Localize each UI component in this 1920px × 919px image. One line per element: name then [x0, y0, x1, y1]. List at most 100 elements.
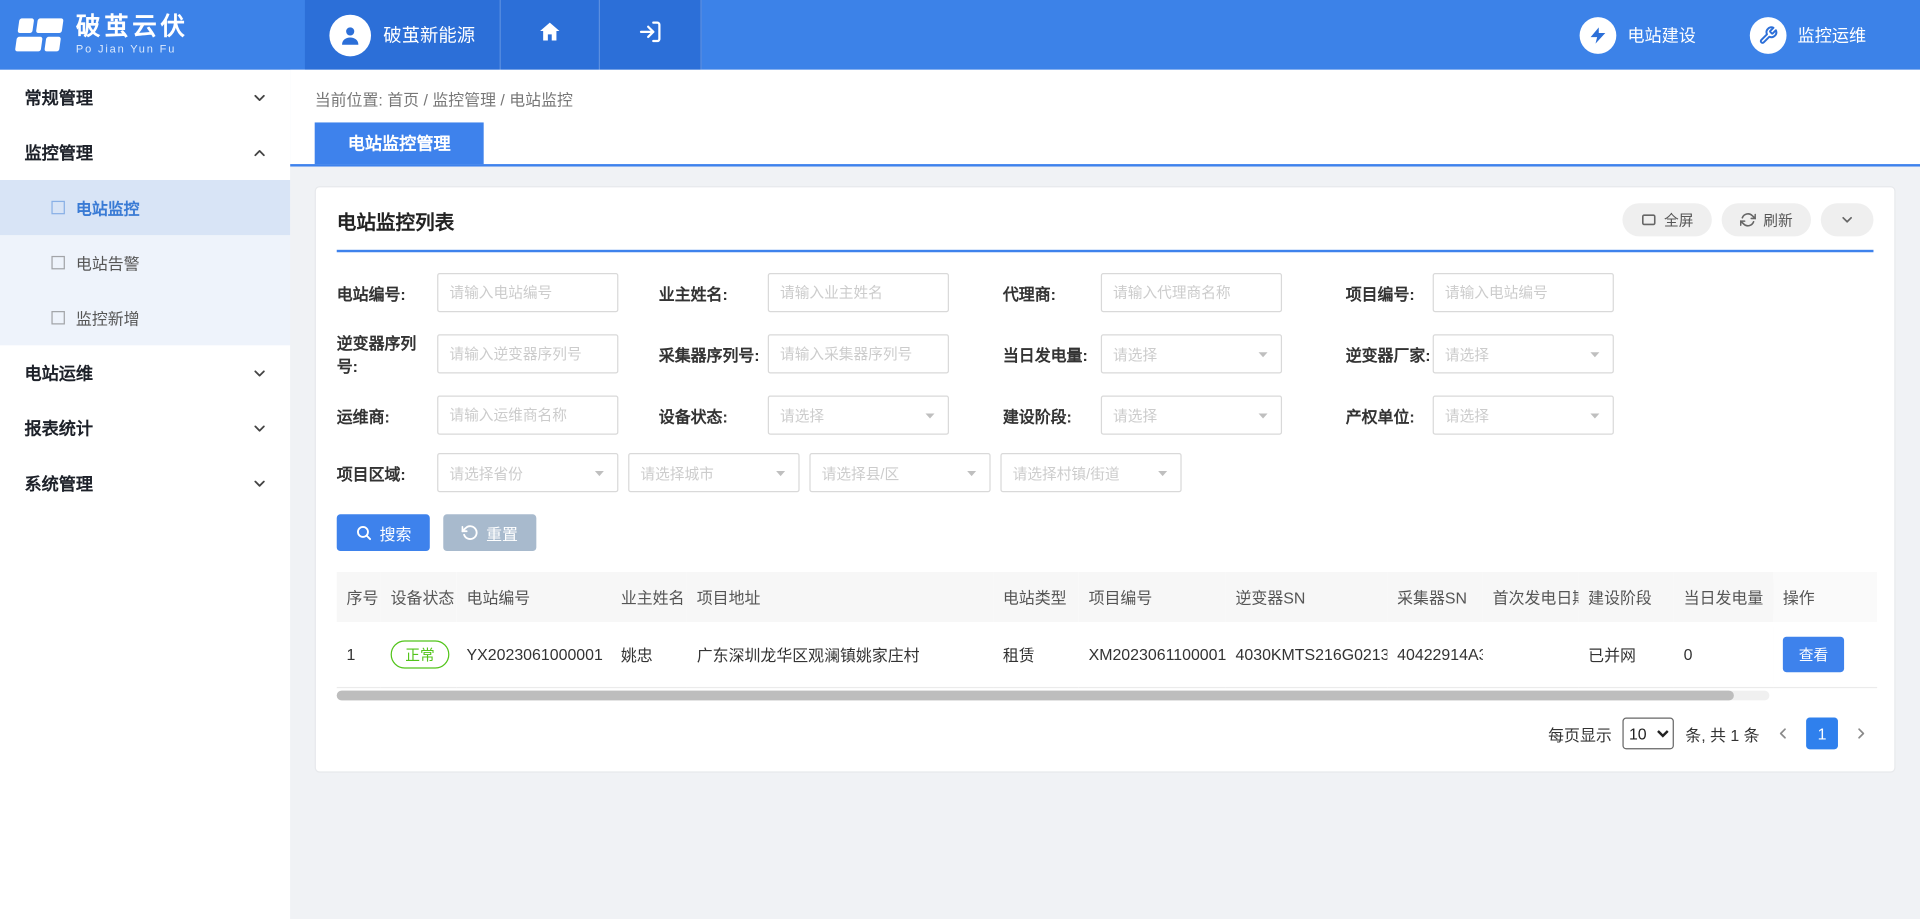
panel-header: 电站监控列表 全屏 刷新: [337, 203, 1874, 252]
view-button[interactable]: 查看: [1783, 637, 1844, 673]
sidebar-item-reports[interactable]: 报表统计: [0, 400, 290, 455]
chevron-down-icon: [251, 89, 268, 106]
chevron-down-icon: [251, 474, 268, 491]
fullscreen-icon: [1641, 212, 1657, 228]
refresh-button[interactable]: 刷新: [1722, 203, 1811, 236]
home-button[interactable]: [501, 0, 600, 70]
col-index: 序号: [337, 572, 381, 622]
cell-owner-name: 姚忠: [611, 622, 687, 688]
inverter-vendor-select[interactable]: 请选择: [1433, 334, 1614, 373]
select-placeholder: 请选择: [1113, 405, 1256, 426]
caret-down-icon: [1256, 408, 1269, 421]
breadcrumb-tab-strip: 当前位置: 首页 / 监控管理 / 电站监控 电站监控管理: [290, 70, 1920, 167]
page-number-button[interactable]: 1: [1806, 718, 1838, 750]
sidebar-item-station-ops[interactable]: 电站运维: [0, 345, 290, 400]
province-select[interactable]: 请选择省份: [437, 453, 618, 492]
reset-label: 重置: [486, 521, 518, 544]
cell-actions: 查看: [1773, 622, 1877, 688]
daily-generation-select[interactable]: 请选择: [1101, 334, 1282, 373]
per-page-select[interactable]: 10: [1623, 718, 1674, 750]
next-page-button[interactable]: [1849, 725, 1873, 742]
col-build-stage: 建设阶段: [1578, 572, 1674, 622]
sidebar-item-monitor-add[interactable]: 监控新增: [0, 290, 290, 345]
ops-vendor-input[interactable]: [437, 396, 618, 435]
lightning-icon: [1580, 17, 1617, 54]
station-code-input[interactable]: [437, 273, 618, 312]
owner-name-input[interactable]: [768, 273, 949, 312]
monitoring-submenu: 电站监控 电站告警 监控新增: [0, 180, 290, 345]
sidebar-item-monitoring[interactable]: 监控管理: [0, 125, 290, 180]
field-label: 建设阶段:: [1003, 403, 1101, 426]
fullscreen-button[interactable]: 全屏: [1622, 203, 1711, 236]
brand-mark-icon: [12, 15, 66, 54]
wrench-icon: [1750, 17, 1787, 54]
cell-inverter-sn: 4030KMTS216G0213...: [1226, 622, 1388, 688]
cell-device-status: 正常: [381, 622, 457, 688]
cell-build-stage: 已并网: [1578, 622, 1674, 688]
col-station-code: 电站编号: [457, 572, 611, 622]
refresh-label: 刷新: [1763, 209, 1792, 230]
top-right-nav: 电站建设 监控运维: [1580, 0, 1920, 70]
col-inverter-sn: 逆变器SN: [1226, 572, 1388, 622]
chevron-up-icon: [251, 144, 268, 161]
caret-down-icon: [774, 466, 787, 479]
brand-logo: 破茧云伏 Po Jian Yun Fu: [0, 0, 305, 70]
build-stage-select[interactable]: 请选择: [1101, 396, 1282, 435]
monitor-ops-label: 监控运维: [1798, 23, 1867, 47]
station-build-link[interactable]: 电站建设: [1580, 17, 1696, 54]
inverter-sn-input[interactable]: [437, 334, 618, 373]
tab-station-monitor-management[interactable]: 电站监控管理: [315, 122, 484, 164]
submenu-item-label: 电站告警: [76, 251, 140, 274]
collector-sn-input[interactable]: [768, 334, 949, 373]
col-device-status: 设备状态: [381, 572, 457, 622]
agent-input[interactable]: [1101, 273, 1282, 312]
sidebar-item-system[interactable]: 系统管理: [0, 456, 290, 511]
device-status-select[interactable]: 请选择: [768, 396, 949, 435]
refresh-icon: [1740, 212, 1756, 228]
horizontal-scrollbar-thumb[interactable]: [337, 691, 1734, 701]
sidebar-item-general[interactable]: 常规管理: [0, 70, 290, 125]
field-label: 业主姓名:: [659, 281, 768, 304]
cell-daily-generation: 0: [1674, 622, 1773, 688]
reset-button[interactable]: 重置: [443, 514, 536, 551]
org-name: 破茧新能源: [383, 22, 475, 48]
field-label: 项目编号:: [1346, 281, 1433, 304]
sidebar-item-label: 常规管理: [24, 85, 93, 109]
project-code-input[interactable]: [1433, 273, 1614, 312]
select-placeholder: 请选择城市: [640, 462, 773, 483]
monitor-ops-link[interactable]: 监控运维: [1750, 17, 1866, 54]
search-button[interactable]: 搜索: [337, 514, 430, 551]
sidebar-item-station-monitor[interactable]: 电站监控: [0, 180, 290, 235]
property-unit-select[interactable]: 请选择: [1433, 396, 1614, 435]
home-icon: [538, 20, 562, 51]
field-label: 产权单位:: [1346, 403, 1433, 426]
submenu-item-icon: [51, 201, 64, 214]
org-menu[interactable]: 破茧新能源: [305, 0, 501, 70]
table-row: 1 正常 YX2023061000001 姚忠 广东深圳龙华区观澜镇姚家庄村 租…: [337, 622, 1877, 688]
top-nav: 破茧新能源: [305, 0, 702, 70]
chevron-down-icon: [1839, 212, 1855, 228]
horizontal-scrollbar-track[interactable]: [337, 691, 1770, 701]
submenu-item-label: 监控新增: [76, 306, 140, 329]
sidebar-item-label: 系统管理: [24, 471, 93, 495]
city-select[interactable]: 请选择城市: [628, 453, 799, 492]
filter-form: 电站编号: 业主姓名: 代理商: 项目编号: 逆变器序列号: 采集器序列号: 当…: [337, 273, 1874, 492]
prev-page-button[interactable]: [1771, 725, 1795, 742]
cell-index: 1: [337, 622, 381, 688]
chevron-down-icon: [251, 364, 268, 381]
select-placeholder: 请选择省份: [449, 462, 592, 483]
per-page-label: 每页显示: [1548, 722, 1612, 745]
logout-button[interactable]: [600, 0, 702, 70]
caret-down-icon: [1256, 347, 1269, 360]
field-label: 设备状态:: [659, 403, 768, 426]
sidebar-item-label: 报表统计: [24, 416, 93, 440]
status-badge: 正常: [391, 640, 450, 668]
village-select[interactable]: 请选择村镇/街道: [1000, 453, 1181, 492]
county-select[interactable]: 请选择县/区: [809, 453, 990, 492]
collapse-button[interactable]: [1821, 203, 1874, 236]
submenu-item-icon: [51, 311, 64, 324]
col-daily-generation: 当日发电量: [1674, 572, 1773, 622]
field-label: 电站编号:: [337, 281, 437, 304]
sidebar-item-station-alarm[interactable]: 电站告警: [0, 235, 290, 290]
station-build-label: 电站建设: [1627, 23, 1696, 47]
